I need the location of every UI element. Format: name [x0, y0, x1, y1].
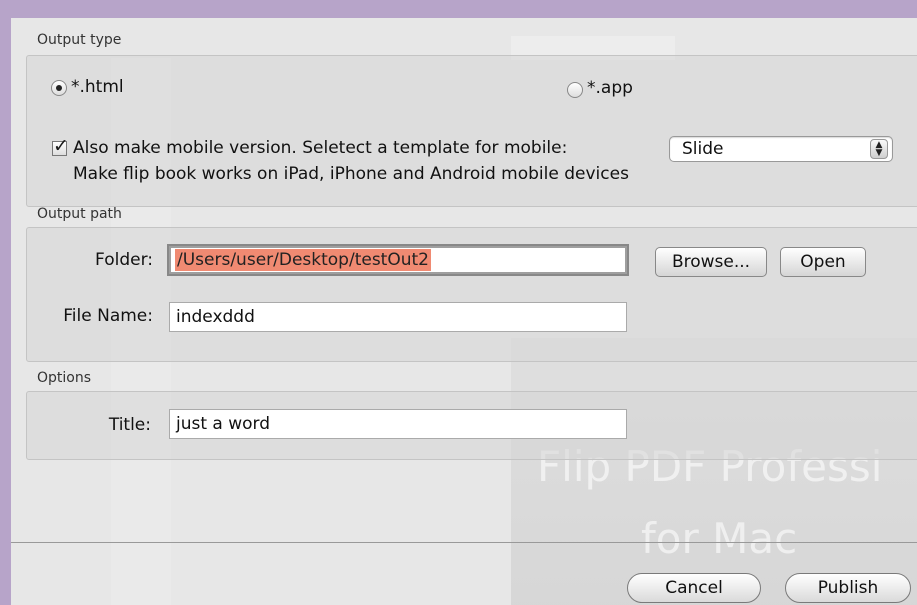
background-watermark-line2: for Mac [641, 514, 798, 563]
mobile-version-checkbox[interactable] [52, 135, 69, 157]
folder-label: Folder: [95, 250, 153, 270]
file-name-label: File Name: [63, 306, 153, 326]
publish-dialog: Flip PDF Professi for Mac Output type *.… [11, 18, 917, 605]
select-stepper-icon: ▲ ▼ [870, 139, 888, 159]
output-type-heading: Output type [37, 32, 122, 48]
mobile-version-label[interactable]: Also make mobile version. Seletect a tem… [73, 138, 567, 158]
folder-input-value: /Users/user/Desktop/testOut2 [175, 249, 431, 271]
app-radio-label[interactable]: *.app [587, 78, 633, 98]
footer-divider [11, 542, 917, 543]
output-type-group: *.html *.app Also make mobile version. S… [26, 55, 917, 207]
options-heading: Options [37, 370, 92, 386]
title-label: Title: [108, 415, 151, 435]
options-group: Title: just a word [26, 391, 917, 460]
cancel-button[interactable]: Cancel [627, 573, 761, 603]
app-radio[interactable] [567, 82, 583, 98]
title-input[interactable]: just a word [169, 409, 627, 439]
html-radio-label[interactable]: *.html [71, 77, 124, 97]
html-radio[interactable] [51, 80, 67, 96]
open-button[interactable]: Open [780, 247, 866, 277]
browse-button[interactable]: Browse... [655, 247, 767, 277]
mobile-note: Make flip book works on iPad, iPhone and… [73, 164, 629, 184]
folder-input[interactable]: /Users/user/Desktop/testOut2 [167, 244, 629, 276]
mobile-template-select[interactable]: Slide ▲ ▼ [669, 136, 893, 162]
publish-button[interactable]: Publish [785, 573, 911, 603]
output-path-heading: Output path [37, 206, 122, 222]
file-name-input[interactable]: indexddd [169, 302, 627, 332]
mobile-template-value: Slide [682, 139, 724, 159]
output-path-group: Folder: /Users/user/Desktop/testOut2 Bro… [26, 227, 917, 362]
